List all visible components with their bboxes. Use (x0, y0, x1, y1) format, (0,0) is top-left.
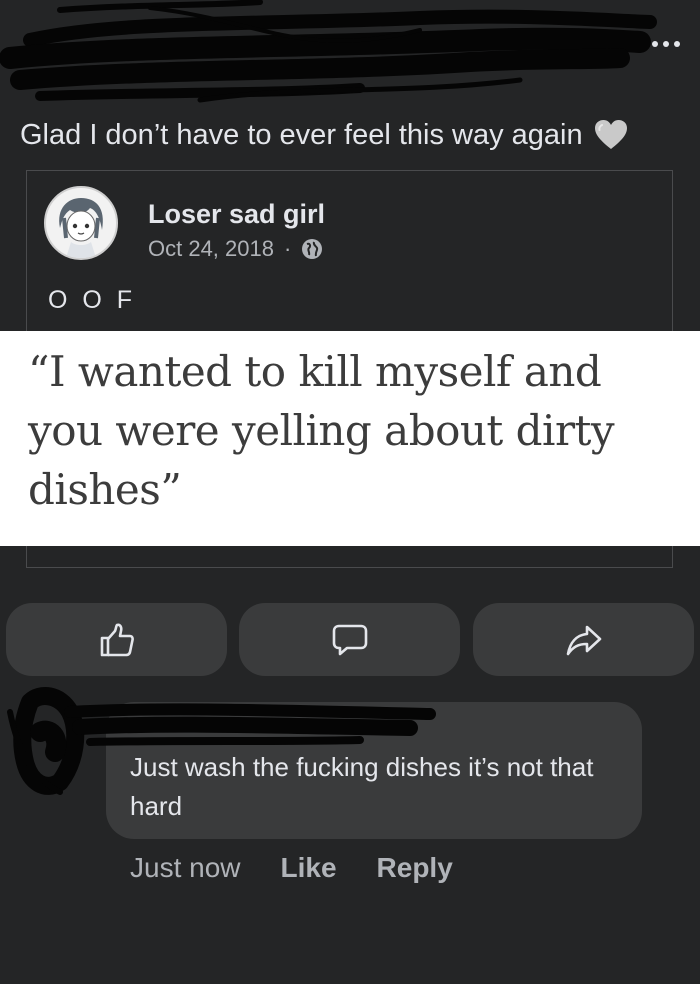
comment-timestamp[interactable]: Just now (130, 852, 241, 884)
post-date[interactable]: Oct 24, 2018 (148, 236, 274, 262)
dot (663, 41, 669, 47)
more-options-button[interactable] (646, 34, 686, 54)
comment-like-link[interactable]: Like (281, 852, 337, 884)
quote-text: “I wanted to kill myself and you were ye… (28, 347, 615, 514)
redaction-scribble (0, 0, 657, 103)
post-caption: Glad I don’t have to ever feel this way … (20, 118, 629, 152)
anime-girl-avatar-icon (59, 198, 103, 258)
meta-separator: · (283, 236, 292, 261)
like-button[interactable] (6, 603, 227, 676)
post-text: Glad I don’t have to ever feel this way … (20, 118, 583, 151)
comment-actions: Just now Like Reply (130, 852, 453, 884)
author-name[interactable]: Loser sad girl (148, 199, 325, 230)
share-button[interactable] (473, 603, 694, 676)
dot (674, 41, 680, 47)
dot (652, 41, 658, 47)
comment-redaction-scribble (7, 687, 436, 795)
grey-heart-icon (594, 120, 627, 149)
comment-button[interactable] (239, 603, 460, 676)
avatar[interactable] (44, 186, 118, 260)
globe-icon (302, 239, 323, 259)
comment-reply-link[interactable]: Reply (377, 852, 453, 884)
thumbs-up-icon (100, 623, 134, 656)
comment-icon (332, 624, 367, 655)
share-icon (566, 625, 601, 655)
post-meta: Oct 24, 2018 · (148, 236, 323, 262)
shared-post-text: O O F (48, 286, 137, 314)
